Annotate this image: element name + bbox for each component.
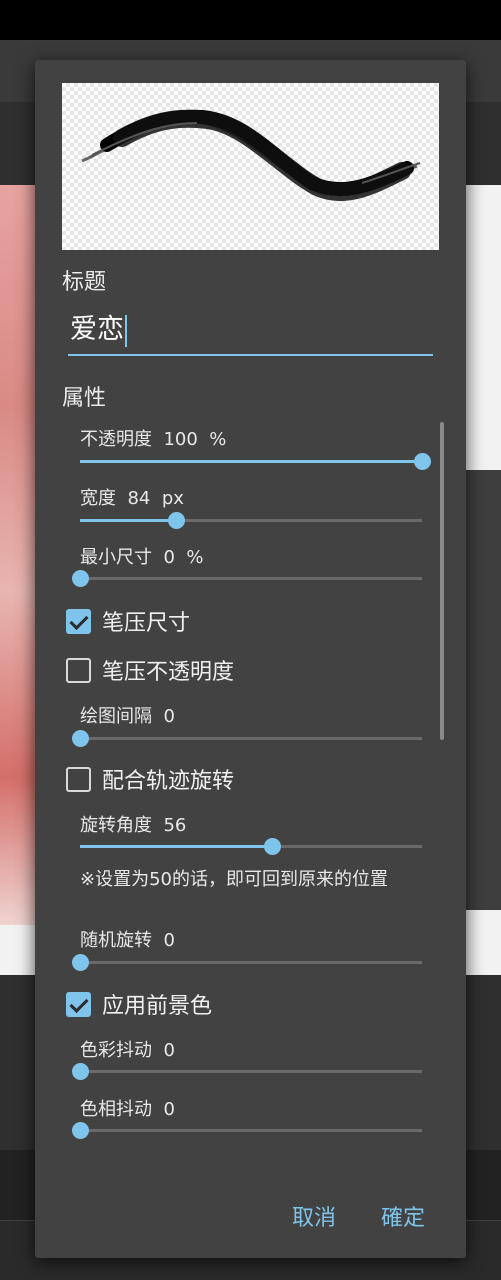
rotation-angle-label: 旋转角度 56 <box>80 815 187 836</box>
apply-foreground-color-label: 应用前景色 <box>102 994 213 1019</box>
min-size-slider[interactable] <box>72 569 422 589</box>
pressure-size-checkbox-row[interactable]: 笔压尺寸 <box>66 606 190 636</box>
scrollbar[interactable] <box>440 422 444 740</box>
brush-preview <box>62 83 439 250</box>
title-section-label: 标题 <box>62 270 107 295</box>
rotation-note: ※设置为50的话，即可回到原来的位置 <box>80 869 388 890</box>
brush-settings-dialog: 标题 爱恋 属性 不透明度 100 % 宽度 84 px 最小尺寸 0 % 笔压… <box>35 60 466 1258</box>
pressure-opacity-label: 笔压不透明度 <box>102 660 235 685</box>
random-rotation-label: 随机旋转 0 <box>80 930 175 951</box>
spacing-slider[interactable] <box>72 729 422 749</box>
min-size-slider-thumb[interactable] <box>72 570 89 587</box>
pressure-size-checkbox[interactable] <box>66 608 91 634</box>
spacing-label: 绘图间隔 0 <box>80 706 175 727</box>
ok-button[interactable]: 確定 <box>381 1200 425 1232</box>
pressure-size-label: 笔压尺寸 <box>102 611 191 636</box>
color-jitter-label: 色彩抖动 0 <box>80 1040 175 1061</box>
width-label: 宽度 84 px <box>80 488 184 509</box>
spacing-slider-thumb[interactable] <box>72 730 89 747</box>
apply-foreground-color-checkbox[interactable] <box>66 991 91 1017</box>
rotation-angle-slider-thumb[interactable] <box>264 838 281 855</box>
random-rotation-slider[interactable] <box>72 953 422 973</box>
hue-jitter-slider[interactable] <box>72 1121 422 1141</box>
hue-jitter-slider-thumb[interactable] <box>72 1122 89 1139</box>
title-input[interactable]: 爱恋 <box>68 308 433 356</box>
cancel-button[interactable]: 取消 <box>292 1200 336 1232</box>
color-jitter-slider-thumb[interactable] <box>72 1063 89 1080</box>
title-input-value: 爱恋 <box>70 314 124 345</box>
text-caret <box>125 314 127 347</box>
apply-foreground-color-checkbox-row[interactable]: 应用前景色 <box>66 989 212 1019</box>
random-rotation-slider-thumb[interactable] <box>72 954 89 971</box>
opacity-slider[interactable] <box>80 452 431 472</box>
rotation-angle-slider[interactable] <box>80 837 422 857</box>
min-size-label: 最小尺寸 0 % <box>80 547 204 568</box>
follow-path-rotation-label: 配合轨迹旋转 <box>102 769 235 794</box>
hue-jitter-label: 色相抖动 0 <box>80 1099 175 1120</box>
width-slider[interactable] <box>80 511 422 531</box>
follow-path-rotation-checkbox-row[interactable]: 配合轨迹旋转 <box>66 764 234 794</box>
width-slider-thumb[interactable] <box>168 512 185 529</box>
brush-stroke-preview <box>81 109 421 201</box>
pressure-opacity-checkbox-row[interactable]: 笔压不透明度 <box>66 655 234 685</box>
color-jitter-slider[interactable] <box>72 1062 422 1082</box>
status-bar <box>0 0 501 40</box>
opacity-label: 不透明度 100 % <box>80 429 227 450</box>
properties-section-label: 属性 <box>62 386 107 411</box>
opacity-slider-thumb[interactable] <box>414 453 431 470</box>
pressure-opacity-checkbox[interactable] <box>66 657 91 683</box>
follow-path-rotation-checkbox[interactable] <box>66 766 91 792</box>
background-side-panel <box>460 470 501 910</box>
